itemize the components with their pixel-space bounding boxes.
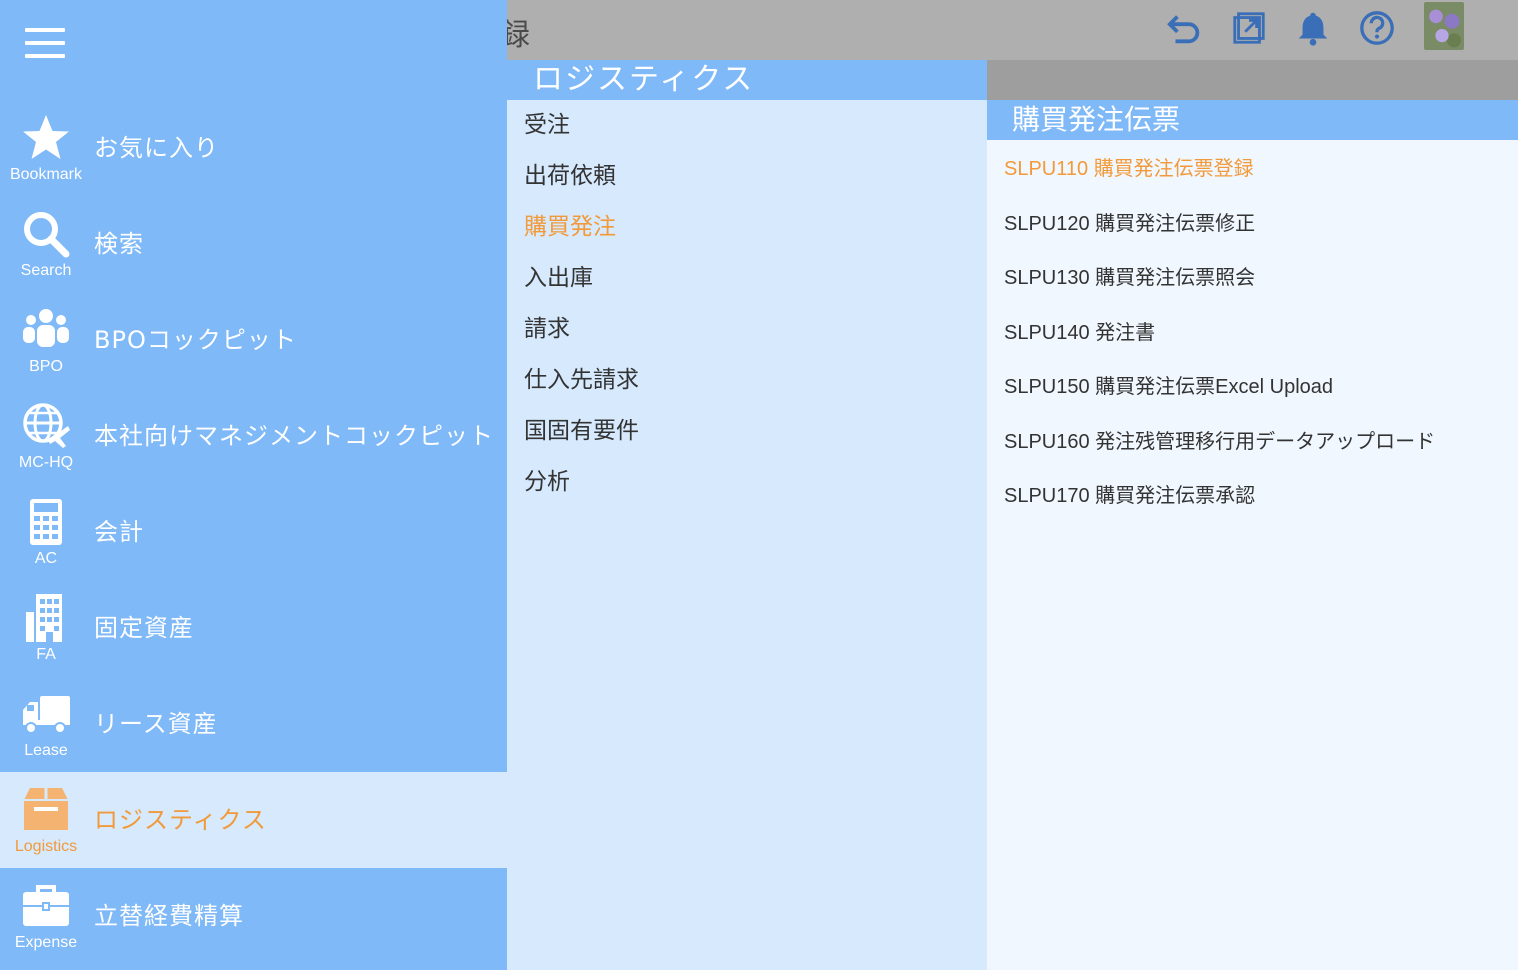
sidebar-item-label: 立替経費精算 xyxy=(94,902,244,930)
box-icon xyxy=(0,782,92,838)
sidebar-item-bookmark[interactable]: Bookmark お気に入り xyxy=(0,100,507,196)
briefcase-icon xyxy=(0,878,92,934)
sidebar-item-logistics[interactable]: Logistics ロジスティクス xyxy=(0,772,507,868)
user-avatar[interactable] xyxy=(1424,2,1464,50)
sidebar-item-sublabel: Expense xyxy=(14,934,78,951)
sidebar-item-sublabel: AC xyxy=(34,550,58,567)
truck-icon xyxy=(0,686,92,742)
undo-icon[interactable] xyxy=(1165,8,1205,48)
sidebar-item-ac[interactable]: AC 会計 xyxy=(0,484,507,580)
purchase-order-panel: 購買発注伝票 SLPU110 購買発注伝票登録 SLPU120 購買発注伝票修正… xyxy=(987,100,1518,970)
program-link[interactable]: SLPU140 発注書 xyxy=(987,306,1518,361)
submenu-item[interactable]: 出荷依頼 xyxy=(507,151,987,202)
hamburger-menu-icon[interactable] xyxy=(25,28,65,60)
submenu-item[interactable]: 国固有要件 xyxy=(507,406,987,457)
program-list: SLPU110 購買発注伝票登録 SLPU120 購買発注伝票修正 SLPU13… xyxy=(987,140,1518,524)
submenu-item[interactable]: 受注 xyxy=(507,100,987,151)
sidebar-item-label: 固定資産 xyxy=(94,614,194,642)
submenu-list: 受注 出荷依頼 購買発注 入出庫 請求 仕入先請求 国固有要件 分析 xyxy=(507,100,987,508)
calculator-icon xyxy=(0,494,92,550)
program-link[interactable]: SLPU150 購買発注伝票Excel Upload xyxy=(987,360,1518,415)
sidebar-item-label: 会計 xyxy=(94,518,144,546)
sidebar-item-bpo[interactable]: BPO BPOコックピット xyxy=(0,292,507,388)
program-link[interactable]: SLPU120 購買発注伝票修正 xyxy=(987,197,1518,252)
bell-icon[interactable] xyxy=(1293,8,1333,48)
sidebar-item-sublabel: MC-HQ xyxy=(18,454,74,471)
program-link[interactable]: SLPU160 発注残管理移行用データアップロード xyxy=(987,415,1518,470)
sidebar-item-sublabel: Bookmark xyxy=(9,166,83,183)
sidebar-item-label: リース資産 xyxy=(94,710,218,738)
sidebar-item-sublabel: Logistics xyxy=(14,838,78,855)
sidebar-item-search[interactable]: Search 検索 xyxy=(0,196,507,292)
submenu-item[interactable]: 仕入先請求 xyxy=(507,355,987,406)
globe-plane-icon xyxy=(0,398,92,454)
sidebar-item-sublabel: BPO xyxy=(29,358,63,375)
sidebar-item-fa[interactable]: FA 固定資産 xyxy=(0,580,507,676)
sidebar-item-sublabel: Lease xyxy=(24,742,68,759)
sidebar: Bookmark お気に入り Search 検索 BPO BPOコックピット M… xyxy=(0,0,507,970)
sidebar-item-mc-hq[interactable]: MC-HQ 本社向けマネジメントコックピット xyxy=(0,388,507,484)
submenu-item[interactable]: 分析 xyxy=(507,457,987,508)
header-strip xyxy=(987,60,1518,100)
sidebar-item-sublabel: Search xyxy=(20,262,72,279)
external-link-icon[interactable] xyxy=(1229,8,1269,48)
users-icon xyxy=(0,302,92,358)
building-icon xyxy=(0,590,92,646)
logistics-submenu: ロジスティクス 受注 出荷依頼 購買発注 入出庫 請求 仕入先請求 国固有要件 … xyxy=(507,60,987,970)
submenu-item[interactable]: 入出庫 xyxy=(507,253,987,304)
search-icon xyxy=(0,206,92,262)
sidebar-item-label: お気に入り xyxy=(94,134,219,162)
sidebar-item-label: 検索 xyxy=(94,230,144,258)
star-icon xyxy=(0,110,92,166)
submenu-title: ロジスティクス xyxy=(507,60,987,100)
program-link[interactable]: SLPU130 購買発注伝票照会 xyxy=(987,251,1518,306)
submenu-item[interactable]: 請求 xyxy=(507,304,987,355)
sidebar-item-sublabel: FA xyxy=(36,646,56,663)
help-icon[interactable] xyxy=(1357,8,1397,48)
sidebar-item-label: BPOコックピット xyxy=(94,326,297,354)
panel-title: 購買発注伝票 xyxy=(987,100,1518,140)
sidebar-item-label: 本社向けマネジメントコックピット xyxy=(94,422,494,450)
program-link[interactable]: SLPU170 購買発注伝票承認 xyxy=(987,469,1518,524)
submenu-item-active[interactable]: 購買発注 xyxy=(507,202,987,253)
sidebar-item-expense[interactable]: Expense 立替経費精算 xyxy=(0,868,507,964)
sidebar-item-label: ロジスティクス xyxy=(94,806,267,834)
sidebar-item-lease[interactable]: Lease リース資産 xyxy=(0,676,507,772)
app-root: 録 Bookmark お気に入り Search 検索 BPO BPOコックピット… xyxy=(0,0,1518,970)
program-link-active[interactable]: SLPU110 購買発注伝票登録 xyxy=(987,142,1518,197)
